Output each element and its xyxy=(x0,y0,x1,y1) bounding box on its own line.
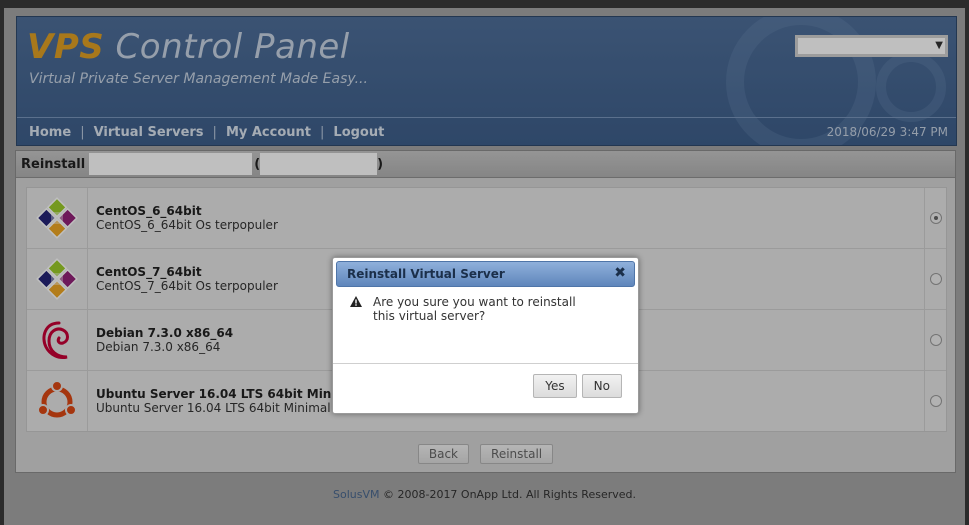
dialog-body: Are you sure you want to reinstall this … xyxy=(350,295,620,323)
dialog-actions: Yes No xyxy=(533,374,622,398)
warning-icon xyxy=(350,296,362,307)
close-icon[interactable]: ✖ xyxy=(614,265,626,281)
dialog-divider xyxy=(333,363,638,364)
dialog-message: Are you sure you want to reinstall this … xyxy=(373,295,576,323)
dialog-title: Reinstall Virtual Server xyxy=(347,267,505,281)
dialog-titlebar: Reinstall Virtual Server ✖ xyxy=(336,261,635,287)
reinstall-confirm-dialog: Reinstall Virtual Server ✖ Are you sure … xyxy=(332,257,639,414)
no-button[interactable]: No xyxy=(581,374,622,398)
yes-button[interactable]: Yes xyxy=(533,374,577,398)
